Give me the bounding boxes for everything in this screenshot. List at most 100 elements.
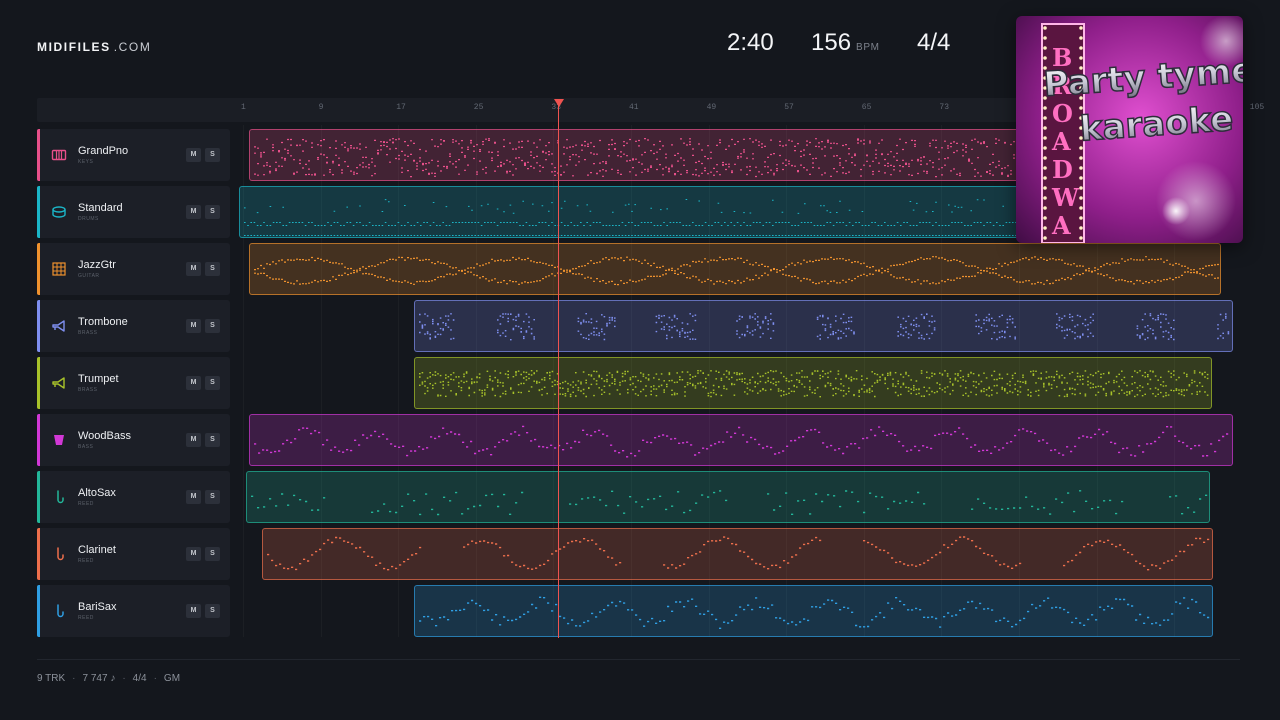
ruler-tick: 105	[1249, 103, 1265, 112]
track-name: Trombone	[78, 316, 128, 328]
mute-button[interactable]: M	[186, 262, 201, 276]
clip-woodbass[interactable]	[249, 414, 1233, 466]
ruler-tick: 65	[861, 103, 872, 112]
clip-jazzgtr[interactable]	[249, 243, 1221, 295]
piano-icon	[51, 147, 67, 163]
marquee-bulb	[1079, 166, 1083, 170]
cover-art: B R O A D W A Party tyme karaoke	[1016, 16, 1243, 243]
marquee-bulb	[1079, 156, 1083, 160]
track-header-altosax[interactable]: AltoSax REED M S	[37, 471, 230, 523]
track-header-grandpno[interactable]: GrandPno KEYS M S	[37, 129, 230, 181]
trombone-icon	[51, 318, 67, 334]
guitar-icon	[51, 261, 67, 277]
time-signature: 4/4	[917, 29, 951, 56]
svg-text:A: A	[1051, 127, 1071, 156]
marquee-bulb	[1079, 56, 1083, 60]
ruler-tick: 49	[706, 103, 717, 112]
mute-button[interactable]: M	[186, 604, 201, 618]
solo-button[interactable]: S	[205, 148, 220, 162]
solo-button[interactable]: S	[205, 433, 220, 447]
track-header-trombone[interactable]: Trombone BRASS M S	[37, 300, 230, 352]
svg-text:D: D	[1052, 155, 1073, 184]
track-color-stripe	[37, 528, 40, 580]
track-color-stripe	[37, 186, 40, 238]
clip-altosax[interactable]	[246, 471, 1210, 523]
marquee-bulb	[1043, 216, 1047, 220]
mute-button[interactable]: M	[186, 490, 201, 504]
brand-name: MIDIFILES	[37, 40, 111, 54]
mute-button[interactable]: M	[186, 433, 201, 447]
marquee-bulb	[1043, 206, 1047, 210]
playhead[interactable]	[558, 100, 559, 638]
track-name: Trumpet	[78, 373, 119, 385]
track-category: REED	[78, 558, 94, 564]
track-header-barisax[interactable]: BariSax REED M S	[37, 585, 230, 637]
clip-trumpet[interactable]	[414, 357, 1212, 409]
brand-logo: MIDIFILES .COM	[37, 40, 151, 54]
note-marks	[254, 256, 1219, 286]
marquee-bulb	[1043, 176, 1047, 180]
marquee-bulb	[1079, 26, 1083, 30]
marquee-bulb	[1079, 236, 1083, 240]
track-name: BariSax	[78, 601, 117, 613]
mute-button[interactable]: M	[186, 376, 201, 390]
clarinet-icon	[51, 546, 67, 562]
clip-barisax[interactable]	[414, 585, 1213, 637]
footer-summary: 9 TRK · 7 747 ♪ · 4/4 · GM	[37, 673, 181, 684]
track-name: Clarinet	[78, 544, 116, 556]
track-header-woodbass[interactable]: WoodBass BASS M S	[37, 414, 230, 466]
note-marks	[254, 425, 1229, 458]
mute-button[interactable]: M	[186, 148, 201, 162]
marquee-bulb	[1043, 236, 1047, 240]
track-category: KEYS	[78, 159, 94, 165]
track-header-jazzgtr[interactable]: JazzGtr GUITAR M S	[37, 243, 230, 295]
marquee-bulb	[1043, 26, 1047, 30]
solo-button[interactable]: S	[205, 262, 220, 276]
track-header-trumpet[interactable]: Trumpet BRASS M S	[37, 357, 230, 409]
footer-divider	[37, 659, 1240, 660]
track-category: BRASS	[78, 330, 98, 336]
track-color-stripe	[37, 300, 40, 352]
sax-icon	[51, 489, 67, 505]
solo-button[interactable]: S	[205, 376, 220, 390]
track-category: GUITAR	[78, 273, 100, 279]
clip-trombone[interactable]	[414, 300, 1233, 352]
track-color-stripe	[37, 129, 40, 181]
playhead-handle[interactable]	[554, 99, 564, 107]
track-count: 9 TRK	[37, 673, 66, 684]
brand-domain: .COM	[113, 40, 152, 54]
marquee-bulb	[1043, 46, 1047, 50]
ruler-tick: 25	[473, 103, 484, 112]
track-category: REED	[78, 501, 94, 507]
note-marks	[267, 536, 1210, 571]
marquee-bulb	[1079, 226, 1083, 230]
track-header-clarinet[interactable]: Clarinet REED M S	[37, 528, 230, 580]
track-header-standard[interactable]: Standard DRUMS M S	[37, 186, 230, 238]
track-name: GrandPno	[78, 145, 129, 157]
mute-button[interactable]: M	[186, 547, 201, 561]
marquee-bulb	[1079, 36, 1083, 40]
svg-text:A: A	[1051, 211, 1071, 240]
marquee-bulb	[1043, 196, 1047, 200]
mute-button[interactable]: M	[186, 319, 201, 333]
note-marks	[419, 313, 1230, 341]
marquee-bulb	[1043, 126, 1047, 130]
track-color-stripe	[37, 357, 40, 409]
trumpet-icon	[51, 375, 67, 391]
solo-button[interactable]: S	[205, 547, 220, 561]
solo-button[interactable]: S	[205, 604, 220, 618]
note-pattern	[419, 596, 1210, 629]
marquee-bulb	[1043, 146, 1047, 150]
mute-button[interactable]: M	[186, 205, 201, 219]
ruler-tick: 73	[939, 103, 949, 112]
marquee-bulb	[1079, 216, 1083, 220]
note-pattern	[419, 370, 1209, 398]
clip-clarinet[interactable]	[262, 528, 1213, 580]
marquee-bulb	[1079, 206, 1083, 210]
bass-icon	[51, 432, 67, 448]
solo-button[interactable]: S	[205, 205, 220, 219]
solo-button[interactable]: S	[205, 490, 220, 504]
note-pattern	[267, 536, 1210, 571]
solo-button[interactable]: S	[205, 319, 220, 333]
album-cover: B R O A D W A Party tyme karaoke	[1016, 16, 1243, 243]
